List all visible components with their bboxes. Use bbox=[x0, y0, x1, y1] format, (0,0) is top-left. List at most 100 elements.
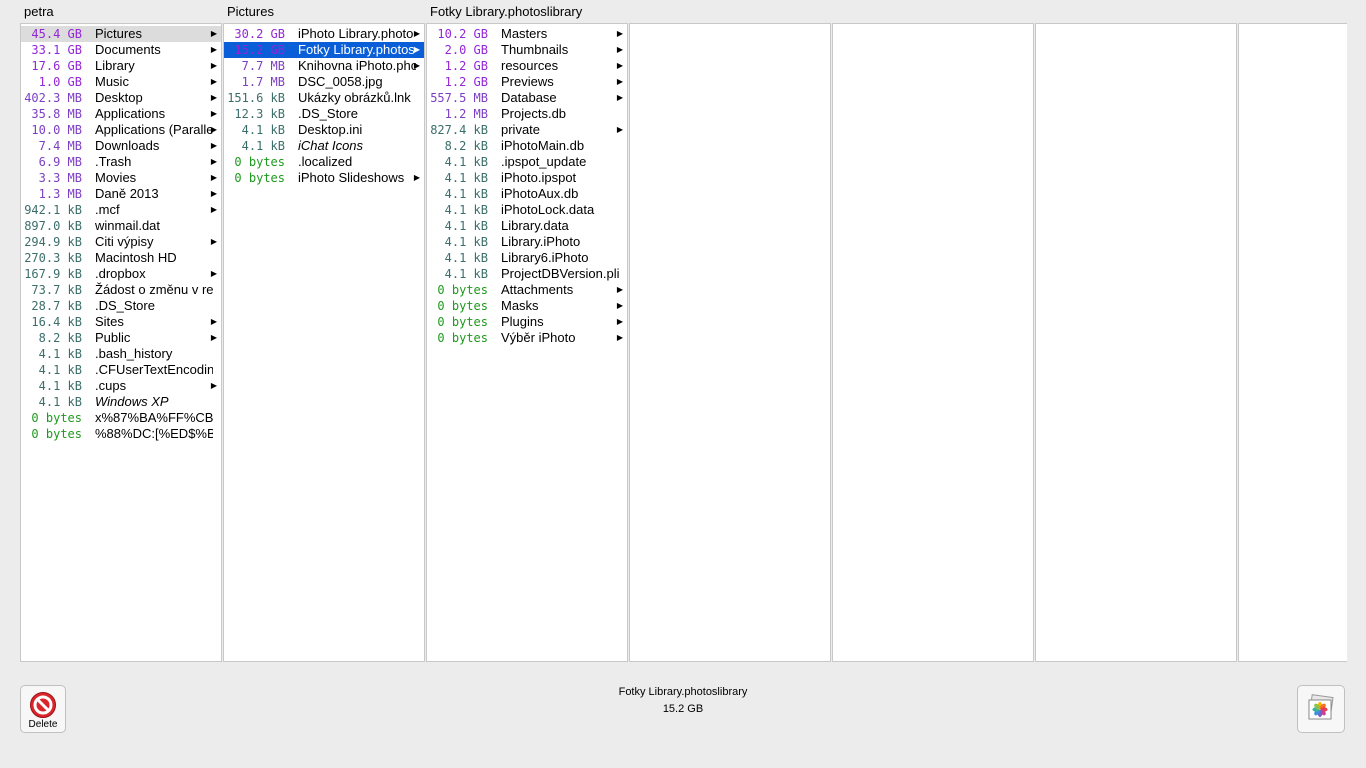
file-row[interactable]: 0 bytes x%87%BA%FF%CBe bbox=[21, 410, 221, 426]
file-row[interactable]: 4.1 kB .CFUserTextEncoding bbox=[21, 362, 221, 378]
folder-row[interactable]: 167.9 kB .dropbox ▶ bbox=[21, 266, 221, 282]
item-name: resources bbox=[501, 58, 559, 73]
folder-row[interactable]: 0 bytes Výběr iPhoto ▶ bbox=[427, 330, 627, 346]
folder-row[interactable]: 827.4 kB private ▶ bbox=[427, 122, 627, 138]
item-size: 6.9 MB bbox=[38, 155, 82, 169]
browser-column[interactable] bbox=[1035, 23, 1237, 662]
folder-row[interactable]: 15.2 GB Fotky Library.photos ▶ bbox=[224, 42, 424, 58]
item-size: 151.6 kB bbox=[227, 91, 285, 105]
item-size: 4.1 kB bbox=[38, 379, 82, 393]
file-row[interactable]: 4.1 kB Library6.iPhoto bbox=[427, 250, 627, 266]
folder-row[interactable]: 35.8 MB Applications ▶ bbox=[21, 106, 221, 122]
item-name: x%87%BA%FF%CBe bbox=[95, 410, 213, 425]
folder-row[interactable]: 0 bytes iPhoto Slideshows ▶ bbox=[224, 170, 424, 186]
item-size: 30.2 GB bbox=[234, 27, 285, 41]
file-row[interactable]: 151.6 kB Ukázky obrázků.lnk bbox=[224, 90, 424, 106]
folder-row[interactable]: 942.1 kB .mcf ▶ bbox=[21, 202, 221, 218]
folder-row[interactable]: 294.9 kB Citi výpisy ▶ bbox=[21, 234, 221, 250]
item-name: Ukázky obrázků.lnk bbox=[298, 90, 411, 105]
file-row[interactable]: 4.1 kB .bash_history bbox=[21, 346, 221, 362]
file-row[interactable]: 1.7 MB DSC_0058.jpg bbox=[224, 74, 424, 90]
file-row[interactable]: 4.1 kB Library.data bbox=[427, 218, 627, 234]
folder-row[interactable]: 0 bytes Masks ▶ bbox=[427, 298, 627, 314]
folder-row[interactable]: 7.4 MB Downloads ▶ bbox=[21, 138, 221, 154]
item-size: 4.1 kB bbox=[444, 171, 488, 185]
file-row[interactable]: 73.7 kB Žádost o změnu v red bbox=[21, 282, 221, 298]
browser-column[interactable]: 30.2 GB iPhoto Library.photo ▶ 15.2 GB Fotky… bbox=[223, 23, 425, 662]
item-size: 897.0 kB bbox=[24, 219, 82, 233]
folder-row[interactable]: 10.2 GB Masters ▶ bbox=[427, 26, 627, 42]
folder-row[interactable]: 45.4 GB Pictures ▶ bbox=[21, 26, 221, 42]
item-name: .DS_Store bbox=[298, 106, 358, 121]
item-name: .mcf bbox=[95, 202, 120, 217]
browser-column[interactable]: 45.4 GB Pictures ▶ 33.1 GB Documents ▶ 17.6 GB… bbox=[20, 23, 222, 662]
file-row[interactable]: 1.2 MB Projects.db bbox=[427, 106, 627, 122]
file-row[interactable]: 0 bytes %88%DC:[%ED$%B bbox=[21, 426, 221, 442]
browser-column[interactable] bbox=[629, 23, 831, 662]
folder-row[interactable]: 0 bytes Attachments ▶ bbox=[427, 282, 627, 298]
disclosure-arrow-icon: ▶ bbox=[210, 45, 217, 54]
folder-row[interactable]: 3.3 MB Movies ▶ bbox=[21, 170, 221, 186]
item-size: 12.3 kB bbox=[234, 107, 285, 121]
folder-row[interactable]: 1.3 MB Daně 2013 ▶ bbox=[21, 186, 221, 202]
item-name: .localized bbox=[298, 154, 353, 169]
file-row[interactable]: 8.2 kB iPhotoMain.db bbox=[427, 138, 627, 154]
folder-row[interactable]: 8.2 kB Public ▶ bbox=[21, 330, 221, 346]
file-row[interactable]: 28.7 kB .DS_Store bbox=[21, 298, 221, 314]
folder-row[interactable]: 2.0 GB Thumbnails ▶ bbox=[427, 42, 627, 58]
item-name: Downloads bbox=[95, 138, 160, 153]
file-row[interactable]: 4.1 kB Library.iPhoto bbox=[427, 234, 627, 250]
disclosure-arrow-icon: ▶ bbox=[210, 125, 217, 134]
item-size: 73.7 kB bbox=[31, 283, 82, 297]
folder-row[interactable]: 30.2 GB iPhoto Library.photo ▶ bbox=[224, 26, 424, 42]
item-size: 0 bytes bbox=[437, 299, 488, 313]
file-row[interactable]: 4.1 kB iChat Icons bbox=[224, 138, 424, 154]
file-row[interactable]: 4.1 kB iPhoto.ipspot bbox=[427, 170, 627, 186]
file-row[interactable]: 270.3 kB Macintosh HD bbox=[21, 250, 221, 266]
browser-column[interactable] bbox=[832, 23, 1034, 662]
disclosure-arrow-icon: ▶ bbox=[616, 45, 623, 54]
item-name: Attachments bbox=[501, 282, 574, 297]
file-row[interactable]: 4.1 kB Desktop.ini bbox=[224, 122, 424, 138]
file-row[interactable]: 4.1 kB ProjectDBVersion.plis bbox=[427, 266, 627, 282]
folder-row[interactable]: 1.2 GB resources ▶ bbox=[427, 58, 627, 74]
folder-row[interactable]: 4.1 kB .cups ▶ bbox=[21, 378, 221, 394]
item-name: Library bbox=[95, 58, 135, 73]
folder-row[interactable]: 17.6 GB Library ▶ bbox=[21, 58, 221, 74]
folder-row[interactable]: 402.3 MB Desktop ▶ bbox=[21, 90, 221, 106]
item-size: 270.3 kB bbox=[24, 251, 82, 265]
file-row[interactable]: 0 bytes .localized bbox=[224, 154, 424, 170]
item-name: Applications bbox=[95, 106, 166, 121]
item-size: 4.1 kB bbox=[38, 363, 82, 377]
folder-row[interactable]: 16.4 kB Sites ▶ bbox=[21, 314, 221, 330]
browser-column[interactable] bbox=[1238, 23, 1347, 662]
item-size: 402.3 MB bbox=[24, 91, 82, 105]
item-name: .ipspot_update bbox=[501, 154, 587, 169]
folder-row[interactable]: 557.5 MB Database ▶ bbox=[427, 90, 627, 106]
item-size: 2.0 GB bbox=[444, 43, 488, 57]
folder-row[interactable]: 33.1 GB Documents ▶ bbox=[21, 42, 221, 58]
item-name: Public bbox=[95, 330, 131, 345]
folder-row[interactable]: 0 bytes Plugins ▶ bbox=[427, 314, 627, 330]
file-row[interactable]: 897.0 kB winmail.dat bbox=[21, 218, 221, 234]
disclosure-arrow-icon: ▶ bbox=[210, 157, 217, 166]
disclosure-arrow-icon: ▶ bbox=[210, 61, 217, 70]
file-row[interactable]: 4.1 kB .ipspot_update bbox=[427, 154, 627, 170]
browser-column[interactable]: 10.2 GB Masters ▶ 2.0 GB Thumbnails ▶ 1.2 GB re… bbox=[426, 23, 628, 662]
open-in-photos-button[interactable] bbox=[1297, 685, 1345, 733]
file-row[interactable]: 4.1 kB iPhotoAux.db bbox=[427, 186, 627, 202]
folder-row[interactable]: 7.7 MB Knihovna iPhoto.pho ▶ bbox=[224, 58, 424, 74]
file-row[interactable]: 4.1 kB iPhotoLock.data bbox=[427, 202, 627, 218]
disclosure-arrow-icon: ▶ bbox=[210, 173, 217, 182]
folder-row[interactable]: 1.2 GB Previews ▶ bbox=[427, 74, 627, 90]
file-row[interactable]: 12.3 kB .DS_Store bbox=[224, 106, 424, 122]
item-size: 1.7 MB bbox=[241, 75, 285, 89]
file-row[interactable]: 4.1 kB Windows XP bbox=[21, 394, 221, 410]
disclosure-arrow-icon: ▶ bbox=[210, 237, 217, 246]
delete-button[interactable]: Delete bbox=[20, 685, 66, 733]
item-name: ProjectDBVersion.plis bbox=[501, 266, 619, 281]
item-size: 16.4 kB bbox=[31, 315, 82, 329]
folder-row[interactable]: 10.0 MB Applications (Paralle ▶ bbox=[21, 122, 221, 138]
folder-row[interactable]: 6.9 MB .Trash ▶ bbox=[21, 154, 221, 170]
folder-row[interactable]: 1.0 GB Music ▶ bbox=[21, 74, 221, 90]
